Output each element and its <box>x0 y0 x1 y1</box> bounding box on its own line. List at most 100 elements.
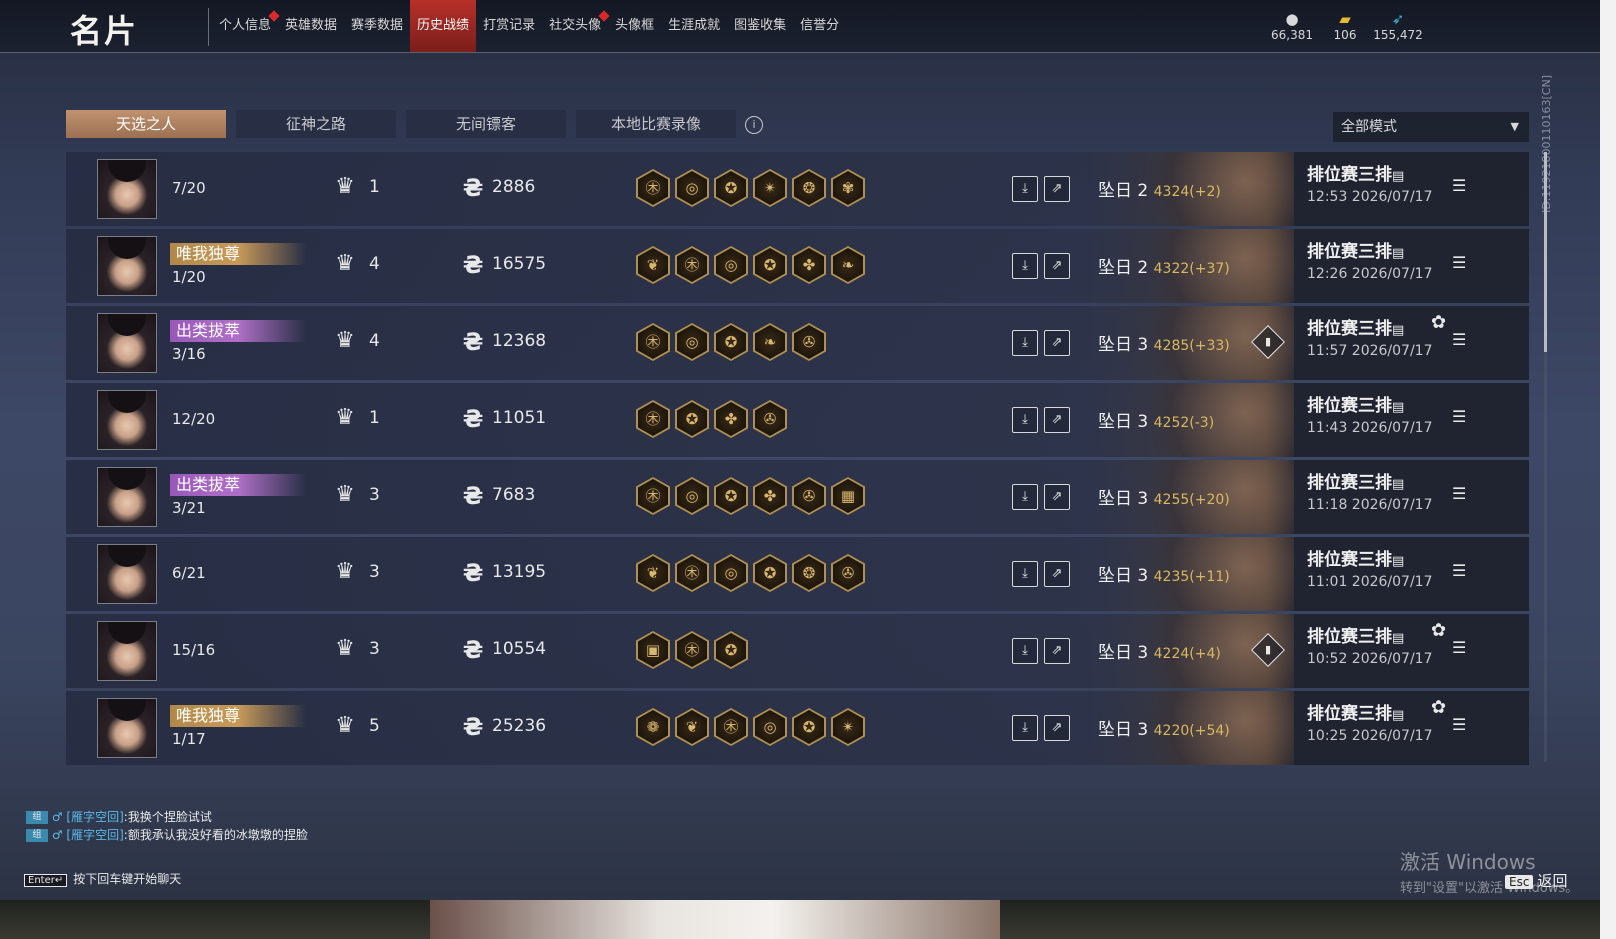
tab-nav-7[interactable]: 生涯成就 <box>661 0 727 52</box>
equipment-item-icon[interactable]: ㊍ <box>636 477 670 515</box>
details-menu-icon[interactable]: ☰ <box>1452 253 1466 272</box>
score-icon: ₴ <box>462 251 484 279</box>
equipment-item-icon[interactable]: ◎ <box>753 708 787 746</box>
share-button[interactable]: ⇗ <box>1044 638 1070 664</box>
tab-nav-1[interactable]: 英雄数据 <box>278 0 344 52</box>
equipment-item-icon[interactable]: ◎ <box>714 554 748 592</box>
back-button[interactable]: Esc 返回 <box>1505 870 1567 891</box>
share-button[interactable]: ⇗ <box>1044 176 1070 202</box>
equipment-item-icon[interactable]: ◎ <box>675 477 709 515</box>
details-menu-icon[interactable]: ☰ <box>1452 638 1466 657</box>
gear-icon[interactable]: ✿ <box>1431 312 1446 333</box>
equipment-item-icon[interactable]: ❂ <box>792 554 826 592</box>
share-button[interactable]: ⇗ <box>1044 484 1070 510</box>
share-button[interactable]: ⇗ <box>1044 407 1070 433</box>
equipment-item-icon[interactable]: ✤ <box>792 246 826 284</box>
equipment-item-icon[interactable]: ㊍ <box>675 554 709 592</box>
download-replay-button[interactable]: ⤓ <box>1012 715 1038 741</box>
match-row[interactable]: 出类拔萃 3/21 ♛ 3 ₴ 7683 ㊍ ◎ ✪ ✤ ✇ ▦ ⤓ ⇗ 坠日 3 4255(+20) 排位赛… <box>66 460 1529 534</box>
equipment-item-icon[interactable]: ㊍ <box>636 400 670 438</box>
equipment-item-icon[interactable]: ✪ <box>753 554 787 592</box>
equipment-item-icon[interactable]: ✪ <box>675 400 709 438</box>
tab-nav-6[interactable]: 头像框 <box>608 0 661 52</box>
equipment-item-icon[interactable]: ✪ <box>792 708 826 746</box>
tab-zhengshen[interactable]: 征神之路 <box>236 110 396 138</box>
details-menu-icon[interactable]: ☰ <box>1452 407 1466 426</box>
match-row[interactable]: 唯我独尊 1/20 ♛ 4 ₴ 16575 ❦ ㊍ ◎ ✪ ✤ ❧ ⤓ ⇗ 坠日 2 4322(+37) 排位… <box>66 229 1529 303</box>
download-replay-button[interactable]: ⤓ <box>1012 253 1038 279</box>
equipment-item-icon[interactable]: ✤ <box>714 400 748 438</box>
equipment-item-icon[interactable]: ✾ <box>831 169 865 207</box>
share-button[interactable]: ⇗ <box>1044 330 1070 356</box>
equipment-item-icon[interactable]: ✪ <box>714 477 748 515</box>
equipment-item-icon[interactable]: ㊍ <box>636 169 670 207</box>
download-replay-button[interactable]: ⤓ <box>1012 407 1038 433</box>
share-button[interactable]: ⇗ <box>1044 253 1070 279</box>
tab-local-replay[interactable]: 本地比赛录像 <box>576 110 736 138</box>
tab-nav-5[interactable]: 社交头像 <box>542 0 610 52</box>
details-menu-icon[interactable]: ☰ <box>1452 484 1466 503</box>
equipment-item-icon[interactable]: ❁ <box>636 708 670 746</box>
equipment-item-icon[interactable]: ✇ <box>831 554 865 592</box>
mode-filter-select[interactable]: 全部模式 ▼ <box>1333 112 1529 142</box>
equipment-item-icon[interactable]: ✴ <box>753 169 787 207</box>
chat-sender[interactable]: [雁字空回] <box>66 828 123 842</box>
equipment-item-icon[interactable]: ◎ <box>675 169 709 207</box>
equipment-item-icon[interactable]: ❧ <box>753 323 787 361</box>
gear-icon[interactable]: ✿ <box>1431 697 1446 718</box>
download-replay-button[interactable]: ⤓ <box>1012 561 1038 587</box>
equipment-item-icon[interactable]: ✪ <box>714 631 748 669</box>
equipment-item-icon[interactable]: ◎ <box>675 323 709 361</box>
match-row[interactable]: 15/16 ♛ 3 ₴ 10554 ▣ ㊍ ✪ ⤓ ⇗ 坠日 3 4224(+4) ▮ 排位赛三排▤ 10… <box>66 614 1529 688</box>
info-icon[interactable]: i <box>745 116 763 134</box>
equipment-item-icon[interactable]: ㊍ <box>675 631 709 669</box>
download-replay-button[interactable]: ⤓ <box>1012 330 1038 356</box>
chat-hint[interactable]: Enter↵ 按下回车键开始聊天 <box>24 870 181 887</box>
equipment-item-icon[interactable]: ◎ <box>714 246 748 284</box>
download-replay-button[interactable]: ⤓ <box>1012 484 1038 510</box>
equipment-item-icon[interactable]: ㊍ <box>636 323 670 361</box>
equipment-item-icon[interactable]: ✪ <box>753 246 787 284</box>
download-replay-button[interactable]: ⤓ <box>1012 638 1038 664</box>
match-row[interactable]: 7/20 ♛ 1 ₴ 2886 ㊍ ◎ ✪ ✴ ❂ ✾ ⤓ ⇗ 坠日 2 4324(+2) 排位赛三排▤ 12… <box>66 152 1529 226</box>
match-row[interactable]: 6/21 ♛ 3 ₴ 13195 ❦ ㊍ ◎ ✪ ❂ ✇ ⤓ ⇗ 坠日 3 4235(+11) 排位赛三排▤… <box>66 537 1529 611</box>
tab-nav-9[interactable]: 信誉分 <box>793 0 846 52</box>
equipment-item-icon[interactable]: ▦ <box>831 477 865 515</box>
tab-nav-8[interactable]: 图鉴收集 <box>727 0 793 52</box>
details-menu-icon[interactable]: ☰ <box>1452 715 1466 734</box>
equipment-item-icon[interactable]: ✪ <box>714 323 748 361</box>
equipment-item-icon[interactable]: ❦ <box>636 246 670 284</box>
equipment-item-icon[interactable]: ❦ <box>675 708 709 746</box>
match-row[interactable]: 出类拔萃 3/16 ♛ 4 ₴ 12368 ㊍ ◎ ✪ ❧ ✇ ⤓ ⇗ 坠日 3 4285(+33) ▮ 排位… <box>66 306 1529 380</box>
equipment-item-icon[interactable]: ㊍ <box>675 246 709 284</box>
match-row[interactable]: 12/20 ♛ 1 ₴ 11051 ㊍ ✪ ✤ ✇ ⤓ ⇗ 坠日 3 4252(-3) 排位赛三排▤ 11… <box>66 383 1529 457</box>
tab-nav-2[interactable]: 赛季数据 <box>344 0 410 52</box>
details-menu-icon[interactable]: ☰ <box>1452 561 1466 580</box>
equipment-item-icon[interactable]: ❦ <box>636 554 670 592</box>
equipment-item-icon[interactable]: ✇ <box>753 400 787 438</box>
share-button[interactable]: ⇗ <box>1044 561 1070 587</box>
equipment-item-icon[interactable]: ❂ <box>792 169 826 207</box>
equipment-item-icon[interactable]: ✇ <box>792 323 826 361</box>
equipment-item-icon[interactable]: ❧ <box>831 246 865 284</box>
share-button[interactable]: ⇗ <box>1044 715 1070 741</box>
details-menu-icon[interactable]: ☰ <box>1452 176 1466 195</box>
item-list: ❦ ㊍ ◎ ✪ ❂ ✇ <box>636 554 865 592</box>
details-menu-icon[interactable]: ☰ <box>1452 330 1466 349</box>
tab-nav-3[interactable]: 历史战绩 <box>410 0 477 52</box>
tab-tianxuan[interactable]: 天选之人 <box>66 110 226 138</box>
download-replay-button[interactable]: ⤓ <box>1012 176 1038 202</box>
equipment-item-icon[interactable]: ✴ <box>831 708 865 746</box>
equipment-item-icon[interactable]: ▣ <box>636 631 670 669</box>
scrollbar-thumb[interactable] <box>1544 152 1547 352</box>
match-row[interactable]: 唯我独尊 1/17 ♛ 5 ₴ 25236 ❁ ❦ ㊍ ◎ ✪ ✴ ⤓ ⇗ 坠日 3 4220(+54) 排位… <box>66 691 1529 765</box>
equipment-item-icon[interactable]: ✪ <box>714 169 748 207</box>
chat-sender[interactable]: [雁字空回] <box>66 810 123 824</box>
tab-wujian[interactable]: 无间镖客 <box>406 110 566 138</box>
equipment-item-icon[interactable]: ㊍ <box>714 708 748 746</box>
tab-nav-4[interactable]: 打赏记录 <box>476 0 542 52</box>
equipment-item-icon[interactable]: ✤ <box>753 477 787 515</box>
equipment-item-icon[interactable]: ✇ <box>792 477 826 515</box>
tab-nav-0[interactable]: 个人信息 <box>212 0 280 52</box>
gear-icon[interactable]: ✿ <box>1431 620 1446 641</box>
